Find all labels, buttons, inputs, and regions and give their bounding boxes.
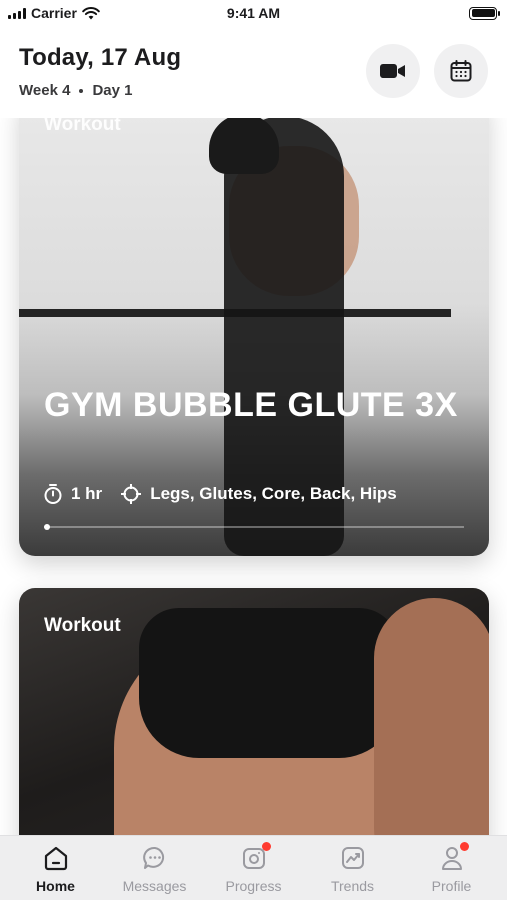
trend-chart-icon — [341, 847, 364, 869]
signal-icon — [8, 7, 26, 19]
day-label: Day 1 — [92, 82, 133, 99]
tab-messages[interactable]: Messages — [105, 844, 204, 894]
calendar-button[interactable] — [434, 44, 488, 98]
chat-icon — [142, 846, 164, 869]
workout-photo-outfit — [139, 608, 399, 758]
battery-icon — [469, 6, 500, 20]
separator-dot — [79, 88, 84, 93]
stopwatch-icon — [44, 484, 62, 504]
video-button[interactable] — [366, 44, 420, 98]
workout-title: GYM BUBBLE GLUTE 3X — [44, 386, 458, 424]
status-time: 9:41 AM — [226, 5, 281, 21]
status-left: Carrier — [8, 5, 100, 21]
status-bar: Carrier 9:41 AM — [0, 0, 507, 26]
card-carousel-track — [44, 524, 464, 530]
card-category-label: Workout — [44, 615, 121, 636]
tab-label: Progress — [225, 878, 282, 894]
tab-label: Home — [36, 878, 75, 894]
week-label: Week 4 — [19, 82, 71, 99]
notification-badge — [261, 842, 271, 851]
video-camera-icon — [380, 64, 405, 78]
focus-areas: Legs, Glutes, Core, Back, Hips — [120, 483, 397, 505]
tab-bar: Home Messages Progress Trends Profile — [0, 835, 507, 900]
notification-badge — [459, 842, 469, 851]
home-icon — [44, 846, 67, 871]
duration: 1 hr — [43, 483, 102, 505]
carrier-label: Carrier — [31, 5, 77, 21]
workout-card[interactable]: Workout GYM BUBBLE GLUTE 3X 1 hr Legs, G… — [19, 96, 489, 556]
tab-trends[interactable]: Trends — [303, 844, 402, 894]
tab-label: Trends — [330, 878, 375, 894]
calendar-icon — [450, 60, 472, 82]
tab-home[interactable]: Home — [6, 844, 105, 894]
tab-progress[interactable]: Progress — [204, 842, 303, 894]
focus-label: Legs, Glutes, Core, Back, Hips — [150, 484, 397, 503]
wifi-icon — [82, 6, 100, 19]
header: Today, 17 Aug Week 4 Day 1 — [0, 26, 507, 118]
program-progress: Week 4 Day 1 — [19, 82, 487, 99]
tab-label: Profile — [431, 878, 472, 894]
tab-profile[interactable]: Profile — [402, 842, 501, 894]
target-icon — [121, 484, 142, 504]
carousel-indicator — [44, 524, 50, 530]
duration-label: 1 hr — [71, 484, 103, 503]
tab-label: Messages — [122, 878, 187, 894]
workout-meta: 1 hr Legs, Glutes, Core, Back, Hips — [43, 483, 407, 505]
